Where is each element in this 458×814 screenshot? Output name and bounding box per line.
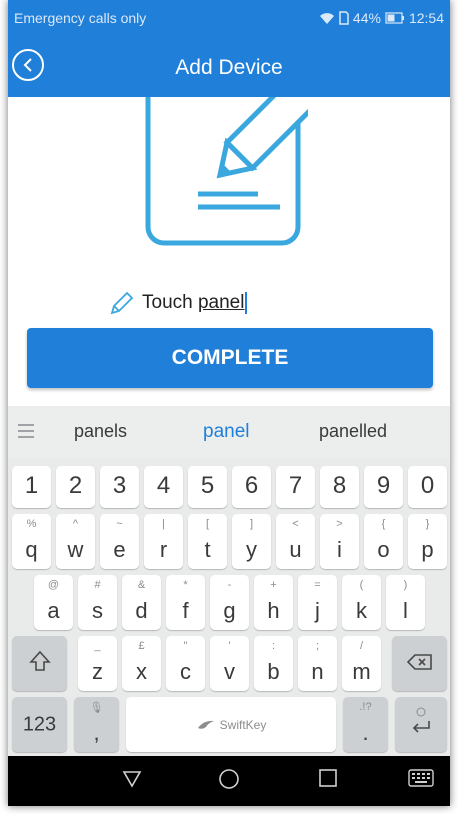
device-name-prefix: Touch xyxy=(142,292,198,313)
edit-document-icon xyxy=(145,97,308,246)
shift-arrow-icon xyxy=(28,650,51,671)
shift-key[interactable] xyxy=(12,636,67,691)
key-k[interactable]: (k xyxy=(342,575,381,630)
comma-key[interactable]: 🎙, xyxy=(74,697,119,752)
key-c[interactable]: " c xyxy=(166,636,205,691)
key-e[interactable]: ~ e xyxy=(100,514,139,569)
device-name-field[interactable]: Touch panel xyxy=(108,289,248,317)
key-p[interactable]: } p xyxy=(408,514,447,569)
swiftkey-keyboard: panels panel panelled 1 2 3 4 5 6 7 8 9 … xyxy=(8,406,450,756)
suggestion-bar: panels panel panelled xyxy=(8,406,450,458)
suggestion-right[interactable]: panelled xyxy=(319,421,387,442)
menu-icon[interactable] xyxy=(18,424,34,442)
page-title: Add Device xyxy=(175,56,283,79)
key-1[interactable]: 1 xyxy=(12,466,51,508)
complete-button[interactable]: COMPLETE xyxy=(27,328,433,388)
key-8[interactable]: 8 xyxy=(320,466,359,508)
battery-icon xyxy=(385,12,404,24)
key-t[interactable]: [t xyxy=(188,514,227,569)
key-g[interactable]: -g xyxy=(210,575,249,630)
period-key[interactable]: .!?. xyxy=(343,697,388,752)
space-bar[interactable]: SwiftKey xyxy=(126,697,336,752)
key-s[interactable]: # s xyxy=(78,575,117,630)
key-9[interactable]: 9 xyxy=(364,466,403,508)
device-name-composing-word: panel xyxy=(197,292,245,313)
key-z[interactable]: _ z xyxy=(78,636,117,691)
key-6[interactable]: 6 xyxy=(232,466,271,508)
key-n[interactable]: ; n xyxy=(298,636,337,691)
phone-screen: Emergency calls only 44% 12:54 Add Devic… xyxy=(8,0,450,806)
key-o[interactable]: {o xyxy=(364,514,403,569)
key-l[interactable]: ) l xyxy=(386,575,425,630)
swiftkey-logo-icon xyxy=(197,720,214,729)
suggestion-left[interactable]: panels xyxy=(74,421,127,442)
key-f[interactable]: * f xyxy=(166,575,205,630)
backspace-icon xyxy=(406,653,432,670)
recents-nav-icon[interactable] xyxy=(317,767,339,789)
clock-time: 12:54 xyxy=(408,10,444,26)
numbers-key[interactable]: 123 xyxy=(12,697,67,752)
enter-key[interactable] xyxy=(395,697,447,752)
key-b[interactable]: :b xyxy=(254,636,293,691)
wifi-icon xyxy=(319,13,334,24)
key-2[interactable]: 2 xyxy=(56,466,95,508)
key-w[interactable]: ^ w xyxy=(56,514,95,569)
keyboard-switch-icon[interactable] xyxy=(408,769,434,789)
navigation-bar xyxy=(8,756,450,806)
key-i[interactable]: > i xyxy=(320,514,359,569)
microphone-icon: 🎙 xyxy=(89,702,104,714)
main-content: Touch panel COMPLETE xyxy=(8,97,450,406)
key-m[interactable]: / m xyxy=(342,636,381,691)
battery-percent: 44% xyxy=(352,10,381,26)
pencil-icon xyxy=(110,291,134,315)
key-j[interactable]: = j xyxy=(298,575,337,630)
app-header: Add Device xyxy=(8,40,450,97)
key-7[interactable]: 7 xyxy=(276,466,315,508)
status-bar: Emergency calls only 44% 12:54 xyxy=(8,0,450,40)
key-h[interactable]: + h xyxy=(254,575,293,630)
key-x[interactable]: £ x xyxy=(122,636,161,691)
enter-icon xyxy=(412,707,430,733)
key-y[interactable]: ] y xyxy=(232,514,271,569)
home-nav-icon[interactable] xyxy=(217,767,241,791)
key-u[interactable]: < u xyxy=(276,514,315,569)
space-bar-brand: SwiftKey xyxy=(219,717,267,732)
backspace-key[interactable] xyxy=(392,636,447,691)
key-4[interactable]: 4 xyxy=(144,466,183,508)
key-r[interactable]: | r xyxy=(144,514,183,569)
carrier-text: Emergency calls only xyxy=(14,10,147,26)
back-nav-icon[interactable] xyxy=(121,767,143,789)
key-3[interactable]: 3 xyxy=(100,466,139,508)
key-a[interactable]: @ a xyxy=(34,575,73,630)
key-v[interactable]: ' v xyxy=(210,636,249,691)
key-q[interactable]: % q xyxy=(12,514,51,569)
text-cursor xyxy=(245,292,248,314)
sim-icon xyxy=(339,11,349,25)
key-5[interactable]: 5 xyxy=(188,466,227,508)
key-0[interactable]: 0 xyxy=(408,466,447,508)
suggestion-center[interactable]: panel xyxy=(203,421,250,443)
key-d[interactable]: & d xyxy=(122,575,161,630)
